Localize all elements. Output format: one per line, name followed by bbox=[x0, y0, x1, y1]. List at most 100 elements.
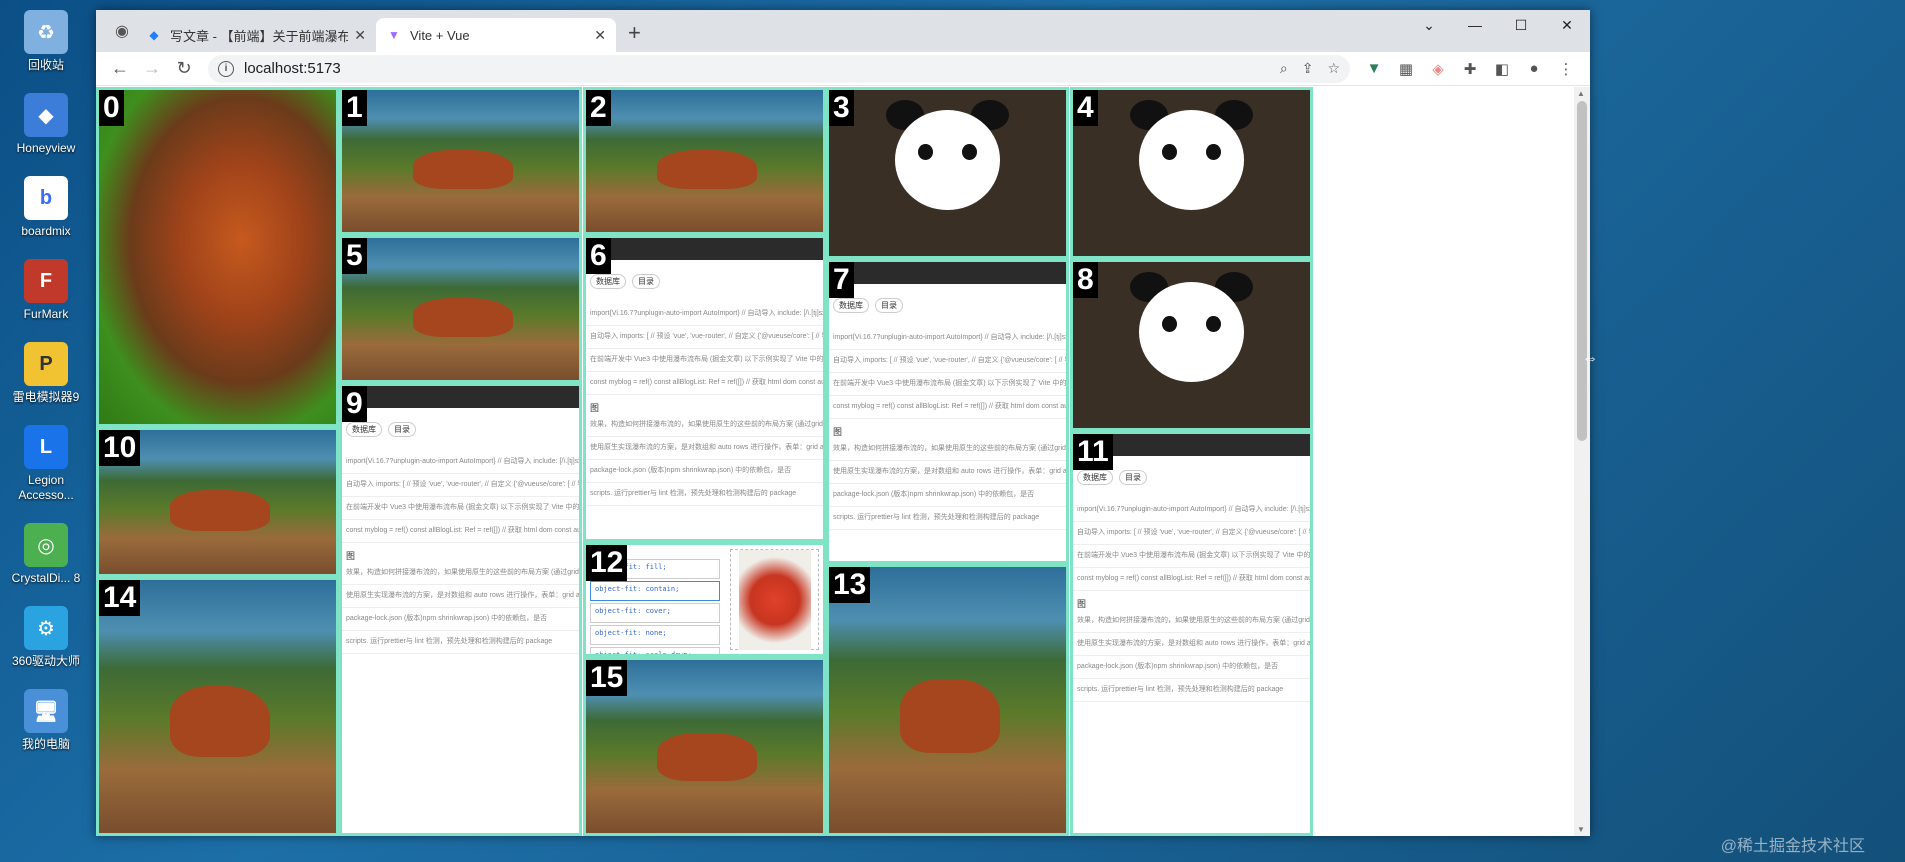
address-bar[interactable]: i localhost:5173 ⌕ ⇪ ☆ bbox=[208, 54, 1350, 83]
screenshot-chips: 数据库 目录 bbox=[342, 408, 579, 451]
bookmark-star-icon[interactable]: ☆ bbox=[1327, 60, 1340, 77]
screenshot-text-line: package-lock.json (版本)npm shrinkwrap.jso… bbox=[586, 460, 823, 483]
info-icon[interactable]: i bbox=[218, 60, 234, 77]
forward-button[interactable]: → bbox=[136, 58, 168, 79]
card-index-badge: 11 bbox=[1073, 434, 1113, 470]
waterfall-card[interactable]: 0 bbox=[96, 87, 339, 427]
antelope-image bbox=[829, 567, 1066, 833]
extension-icon[interactable]: ◈ bbox=[1422, 60, 1454, 78]
waterfall-card[interactable]: 8 bbox=[1070, 259, 1313, 431]
antelope-shape bbox=[413, 297, 513, 338]
waterfall-card[interactable]: 13 bbox=[826, 564, 1069, 836]
screenshot-text-line: 自动导入 imports: [ // 预设 'vue', 'vue-router… bbox=[586, 326, 823, 349]
desktop-icon-computer[interactable]: 🖥 我的电脑 bbox=[0, 689, 92, 752]
desktop-icon-label: Honeyview bbox=[16, 141, 76, 155]
panda-image bbox=[1073, 262, 1310, 428]
desktop-icon-recycle-bin[interactable]: ♻ 回收站 bbox=[0, 10, 92, 73]
desktop-icon-360-driver[interactable]: ⚙ 360驱动大师 bbox=[0, 606, 92, 669]
reload-button[interactable]: ↻ bbox=[168, 58, 200, 79]
desktop-icon-label: Legion Accesso... bbox=[18, 473, 74, 502]
tab-title: Vite + Vue bbox=[410, 27, 470, 43]
menu-icon[interactable]: ⋮ bbox=[1550, 60, 1582, 78]
juejin-icon: ◆ bbox=[149, 28, 159, 42]
close-icon[interactable]: ✕ bbox=[594, 27, 606, 44]
tab-strip: ◉ ◆ 写文章 - 【前端】关于前端瀑布 ✕ ▼ Vite + Vue ✕ + … bbox=[96, 10, 1590, 52]
vue-devtools-icon[interactable]: ▼ bbox=[1358, 60, 1390, 77]
close-icon[interactable]: ✕ bbox=[354, 27, 366, 44]
waterfall-card[interactable]: 数据库 目录 import{Vi.16.7?unplugin-auto-import… bbox=[583, 235, 826, 542]
chip: 目录 bbox=[875, 298, 903, 313]
screenshot-text-line: 在前端开发中 Vue3 中使用瀑布流布局 (掘金文章) 以下示例实现了 Vite… bbox=[586, 349, 823, 372]
screenshot-text-line: 效果，构造如何拼接瀑布流的，如果使用原生的这些前的布局方案 (通过grid te… bbox=[586, 414, 823, 437]
waterfall-card[interactable]: 14 bbox=[96, 577, 339, 836]
extension-icon[interactable]: ▦ bbox=[1390, 60, 1422, 78]
watermark: @稀土掘金技术社区 bbox=[1720, 838, 1865, 855]
antelope-image bbox=[99, 580, 336, 833]
profile-icon[interactable]: ● bbox=[1518, 60, 1550, 77]
desktop-icon-label: 回收站 bbox=[27, 58, 64, 72]
screenshot-text-line: 图 bbox=[590, 403, 600, 413]
screenshot-chips: 数据库 目录 bbox=[829, 284, 1066, 327]
screenshot-topbar bbox=[829, 262, 1066, 284]
tab-list-button[interactable]: ⌄ bbox=[1406, 10, 1452, 40]
puzzle-icon[interactable]: ✚ bbox=[1454, 60, 1486, 78]
panda-image bbox=[1073, 90, 1310, 256]
desktop-icon-honeyview[interactable]: ◆ Honeyview bbox=[0, 93, 92, 156]
card-index-badge: 3 bbox=[829, 90, 854, 126]
chip: 数据库 bbox=[833, 298, 869, 313]
tab-juejin[interactable]: ◆ 写文章 - 【前端】关于前端瀑布 ✕ bbox=[136, 18, 376, 52]
browser-toolbar: ← → ↻ i localhost:5173 ⌕ ⇪ ☆ ▼ ▦ ◈ ✚ ◧ ●… bbox=[96, 52, 1590, 86]
waterfall-card[interactable]: 数据库 目录 import{Vi.16.7?unplugin-auto-import… bbox=[1070, 431, 1313, 836]
chip: 数据库 bbox=[1077, 470, 1113, 485]
ldplayer-icon: P bbox=[24, 342, 68, 386]
screenshot-text-line: package-lock.json (版本)npm shrinkwrap.jso… bbox=[342, 608, 579, 631]
antelope-image bbox=[342, 90, 579, 232]
desktop-icons: ♻ 回收站 ◆ Honeyview b boardmix F FurMark P… bbox=[0, 10, 92, 772]
resize-cursor-icon: ⇔ bbox=[1582, 350, 1598, 367]
share-icon[interactable]: ⇪ bbox=[1302, 60, 1314, 77]
panda-feature bbox=[918, 143, 933, 160]
scroll-up-icon[interactable]: ▲ bbox=[1577, 89, 1585, 98]
screenshot-text-line: const myblog = ref() const allBlogList: … bbox=[829, 396, 1066, 419]
side-panel-icon[interactable]: ◧ bbox=[1486, 60, 1518, 78]
tab-vite-vue[interactable]: ▼ Vite + Vue ✕ bbox=[376, 18, 616, 52]
scrollbar-thumb[interactable] bbox=[1577, 101, 1587, 441]
zoom-icon[interactable]: ⌕ bbox=[1280, 60, 1288, 77]
screenshot-text-line: import{Vi.16.7?unplugin-auto-import Auto… bbox=[1073, 499, 1310, 522]
new-tab-button[interactable]: + bbox=[628, 20, 641, 46]
waterfall-card[interactable]: 10 bbox=[96, 427, 339, 577]
waterfall-card[interactable]: 2 bbox=[583, 87, 826, 235]
tab-search-icon[interactable]: ◉ bbox=[108, 17, 136, 45]
desktop-icon-label: CrystalDi... 8 bbox=[11, 571, 81, 585]
desktop-icon-ldplayer[interactable]: P 雷电模拟器9 bbox=[0, 342, 92, 405]
screenshot-text-line: 使用原生实现瀑布流的方案，是对数组和 auto rows 进行操作，表单：gri… bbox=[342, 585, 579, 608]
desktop-icon-legion[interactable]: L Legion Accesso... bbox=[0, 425, 92, 503]
waterfall-card[interactable]: object-fit: fill; object-fit: contain; obj… bbox=[583, 542, 826, 657]
back-button[interactable]: ← bbox=[104, 58, 136, 79]
desktop-icon-furmark[interactable]: F FurMark bbox=[0, 259, 92, 322]
waterfall-card[interactable]: 4 bbox=[1070, 87, 1313, 259]
tab-title: 写文章 - 【前端】关于前端瀑布 bbox=[170, 28, 349, 44]
object-fit-row: object-fit: contain; bbox=[590, 581, 720, 601]
scroll-down-icon[interactable]: ▼ bbox=[1577, 825, 1585, 834]
screenshot-text-line: scripts. 运行prettier与 lint 检测，预先处理和检测构建后的… bbox=[1073, 679, 1310, 702]
screenshot-text-line: 使用原生实现瀑布流的方案，是对数组和 auto rows 进行操作，表单：gri… bbox=[1073, 633, 1310, 656]
desktop-icon-boardmix[interactable]: b boardmix bbox=[0, 176, 92, 239]
maximize-button[interactable]: ☐ bbox=[1498, 10, 1544, 40]
screenshot-text-line: 图 bbox=[346, 551, 356, 561]
waterfall-card[interactable]: 1 bbox=[339, 87, 582, 235]
waterfall-card[interactable]: 数据库 目录 import{Vi.16.7?unplugin-auto-import… bbox=[826, 259, 1069, 564]
screenshot-text-line: 图 bbox=[1077, 599, 1087, 609]
panda-feature bbox=[1162, 315, 1177, 332]
waterfall-card[interactable]: 3 bbox=[826, 87, 1069, 259]
desktop-icon-crystaldisk[interactable]: ◎ CrystalDi... 8 bbox=[0, 523, 92, 586]
waterfall-card[interactable]: 5 bbox=[339, 235, 582, 383]
crystaldisk-icon: ◎ bbox=[24, 523, 68, 567]
screenshot-text-line: const myblog = ref() const allBlogList: … bbox=[586, 372, 823, 395]
scrollbar[interactable]: ▲ ▼ bbox=[1574, 87, 1590, 836]
close-window-button[interactable]: ✕ bbox=[1544, 10, 1590, 40]
minimize-button[interactable]: — bbox=[1452, 10, 1498, 40]
waterfall-card[interactable]: 数据库 目录 import{Vi.16.7?unplugin-auto-import… bbox=[339, 383, 582, 836]
waterfall-card[interactable]: 15 bbox=[583, 657, 826, 836]
screenshot-text-line: 使用原生实现瀑布流的方案，是对数组和 auto rows 进行操作，表单：gri… bbox=[586, 437, 823, 460]
